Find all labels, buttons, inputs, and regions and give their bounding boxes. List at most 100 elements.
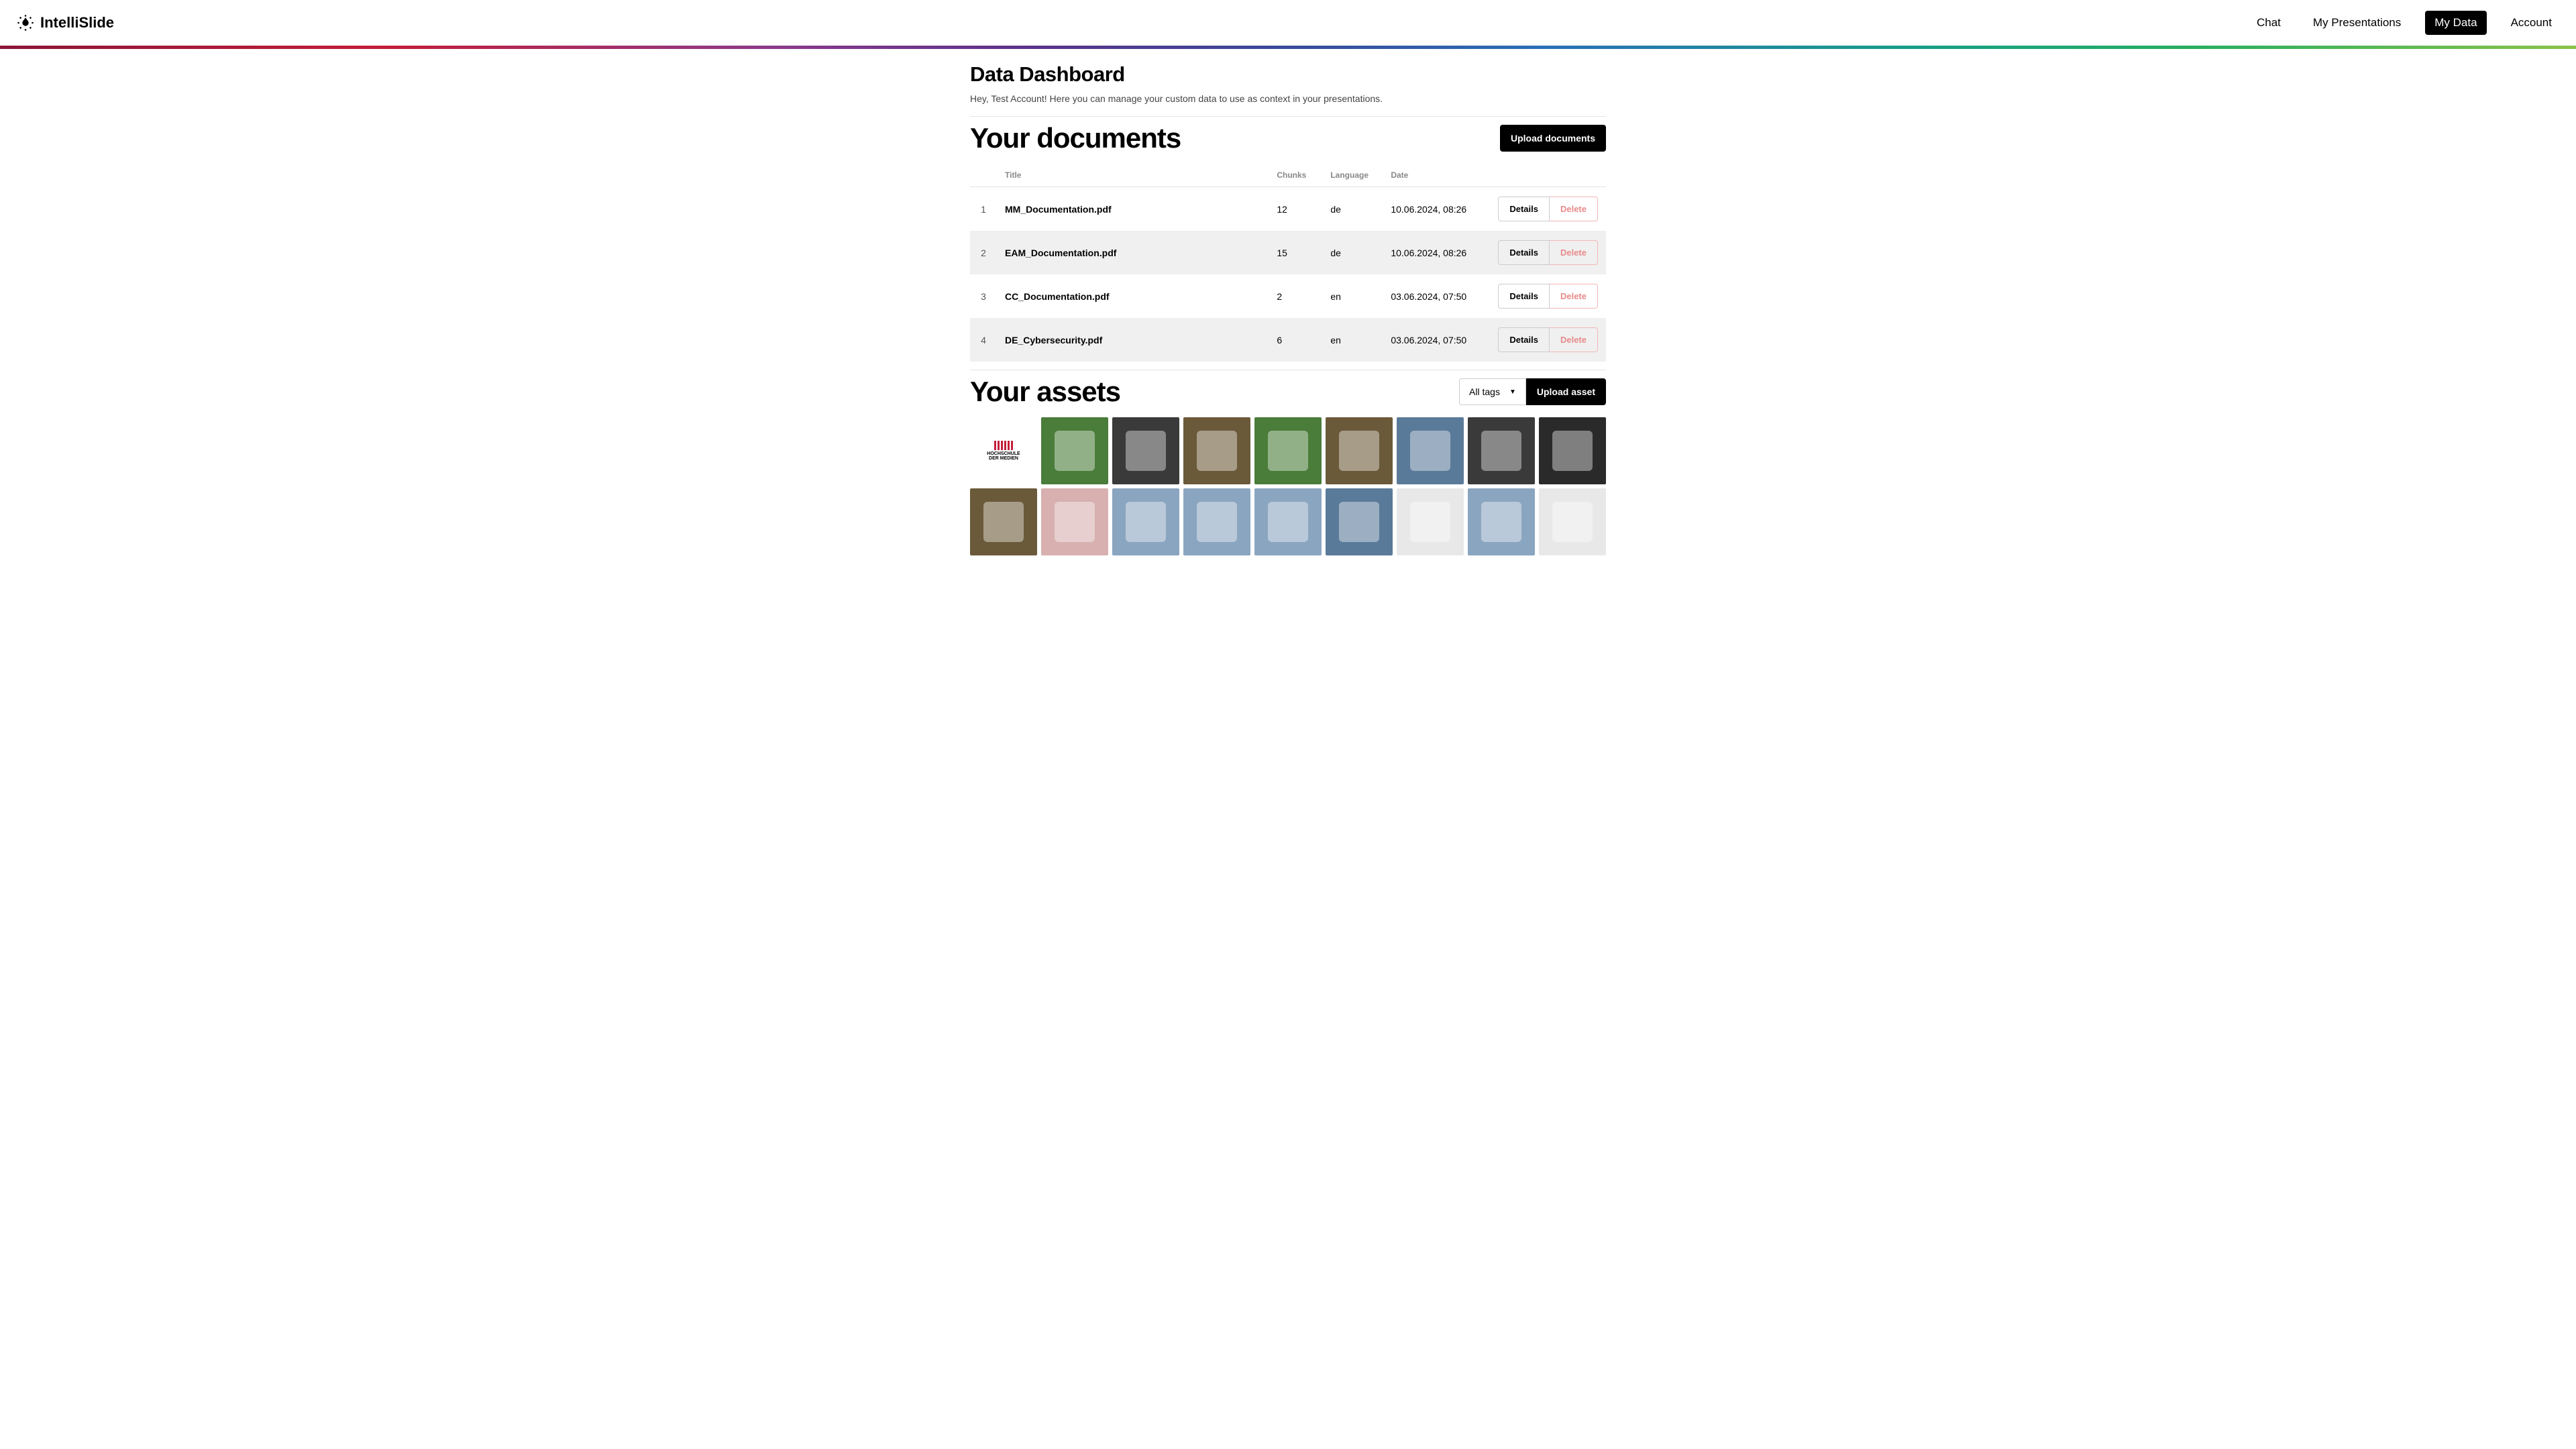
main-content: Data Dashboard Hey, Test Account! Here y… (970, 49, 1606, 582)
image-placeholder-icon (1126, 502, 1166, 542)
asset-tile[interactable] (1539, 417, 1606, 484)
nav-link-chat[interactable]: Chat (2249, 11, 2289, 35)
cell-chunks: 12 (1269, 187, 1322, 231)
col-language: Language (1322, 164, 1383, 187)
image-placeholder-icon (1055, 431, 1095, 471)
asset-tile[interactable] (1397, 417, 1464, 484)
cell-title: MM_Documentation.pdf (997, 187, 1269, 231)
delete-button[interactable]: Delete (1550, 197, 1598, 221)
image-placeholder-icon (1268, 502, 1308, 542)
tag-filter-label: All tags (1469, 386, 1500, 397)
table-row: 4 DE_Cybersecurity.pdf 6 en 03.06.2024, … (970, 318, 1606, 362)
nav-link-account[interactable]: Account (2503, 11, 2560, 35)
tag-filter-dropdown[interactable]: All tags ▼ (1459, 378, 1526, 405)
cell-actions: DetailsDelete (1490, 274, 1606, 318)
image-placeholder-icon (1055, 502, 1095, 542)
table-row: 2 EAM_Documentation.pdf 15 de 10.06.2024… (970, 231, 1606, 274)
logo-group[interactable]: IntelliSlide (16, 13, 114, 32)
asset-tile[interactable] (1183, 488, 1250, 555)
divider (970, 116, 1606, 117)
cell-language: en (1322, 274, 1383, 318)
asset-tile[interactable] (1183, 417, 1250, 484)
table-row: 3 CC_Documentation.pdf 2 en 03.06.2024, … (970, 274, 1606, 318)
cell-date: 10.06.2024, 08:26 (1383, 187, 1490, 231)
image-placeholder-icon (983, 502, 1024, 542)
asset-tile[interactable] (970, 488, 1037, 555)
asset-tile[interactable] (1397, 488, 1464, 555)
asset-tile[interactable] (1326, 488, 1393, 555)
cell-actions: DetailsDelete (1490, 187, 1606, 231)
cell-language: en (1322, 318, 1383, 362)
cell-idx: 4 (970, 318, 997, 362)
cell-title: DE_Cybersecurity.pdf (997, 318, 1269, 362)
cell-language: de (1322, 231, 1383, 274)
asset-tile[interactable] (1041, 417, 1108, 484)
cell-actions: DetailsDelete (1490, 231, 1606, 274)
asset-tile[interactable] (1326, 417, 1393, 484)
assets-controls: All tags ▼ Upload asset (1459, 378, 1606, 405)
cell-title: CC_Documentation.pdf (997, 274, 1269, 318)
table-row: 1 MM_Documentation.pdf 12 de 10.06.2024,… (970, 187, 1606, 231)
details-button[interactable]: Details (1498, 197, 1550, 221)
nav-link-my-data[interactable]: My Data (2425, 11, 2486, 35)
cell-title: EAM_Documentation.pdf (997, 231, 1269, 274)
image-placeholder-icon (1410, 502, 1450, 542)
cell-chunks: 6 (1269, 318, 1322, 362)
caret-down-icon: ▼ (1509, 388, 1516, 396)
upload-asset-button[interactable]: Upload asset (1526, 378, 1606, 405)
cell-date: 03.06.2024, 07:50 (1383, 318, 1490, 362)
documents-heading: Your documents (970, 122, 1181, 154)
details-button[interactable]: Details (1498, 240, 1550, 265)
page-subtitle: Hey, Test Account! Here you can manage y… (970, 93, 1606, 104)
cell-actions: DetailsDelete (1490, 318, 1606, 362)
asset-tile[interactable] (1468, 488, 1535, 555)
image-placeholder-icon (1481, 431, 1521, 471)
cell-chunks: 2 (1269, 274, 1322, 318)
details-button[interactable]: Details (1498, 327, 1550, 352)
image-placeholder-icon (1268, 431, 1308, 471)
page-title: Data Dashboard (970, 62, 1606, 87)
cell-idx: 2 (970, 231, 997, 274)
delete-button[interactable]: Delete (1550, 284, 1598, 309)
image-placeholder-icon (1197, 502, 1237, 542)
image-placeholder-icon (1197, 431, 1237, 471)
cell-date: 10.06.2024, 08:26 (1383, 231, 1490, 274)
delete-button[interactable]: Delete (1550, 240, 1598, 265)
asset-tile[interactable] (1468, 417, 1535, 484)
col-date: Date (1383, 164, 1490, 187)
assets-section-header: Your assets All tags ▼ Upload asset (970, 376, 1606, 408)
asset-tile[interactable] (1041, 488, 1108, 555)
details-button[interactable]: Details (1498, 284, 1550, 309)
asset-grid: HOCHSCHULEDER MEDIEN (970, 417, 1606, 555)
brand-gear-icon (16, 13, 35, 32)
cell-idx: 3 (970, 274, 997, 318)
documents-section-header: Your documents Upload documents (970, 122, 1606, 154)
asset-tile[interactable] (1254, 417, 1322, 484)
asset-tile[interactable]: HOCHSCHULEDER MEDIEN (970, 417, 1037, 484)
asset-tile[interactable] (1112, 417, 1179, 484)
col-idx (970, 164, 997, 187)
col-title: Title (997, 164, 1269, 187)
col-actions (1490, 164, 1606, 187)
assets-heading: Your assets (970, 376, 1120, 408)
cell-idx: 1 (970, 187, 997, 231)
col-chunks: Chunks (1269, 164, 1322, 187)
nav-link-my-presentations[interactable]: My Presentations (2305, 11, 2409, 35)
cell-date: 03.06.2024, 07:50 (1383, 274, 1490, 318)
asset-tile[interactable] (1254, 488, 1322, 555)
asset-tile[interactable] (1112, 488, 1179, 555)
image-placeholder-icon (1339, 431, 1379, 471)
cell-language: de (1322, 187, 1383, 231)
asset-tile[interactable] (1539, 488, 1606, 555)
image-placeholder-icon (1552, 502, 1593, 542)
delete-button[interactable]: Delete (1550, 327, 1598, 352)
image-placeholder-icon (1410, 431, 1450, 471)
image-placeholder-icon (1339, 502, 1379, 542)
brand-text: IntelliSlide (40, 14, 114, 32)
image-placeholder-icon (1126, 431, 1166, 471)
nav-links: Chat My Presentations My Data Account (2249, 11, 2560, 35)
documents-table: Title Chunks Language Date 1 MM_Document… (970, 164, 1606, 362)
image-placeholder-icon (1481, 502, 1521, 542)
upload-documents-button[interactable]: Upload documents (1500, 125, 1606, 152)
cell-chunks: 15 (1269, 231, 1322, 274)
